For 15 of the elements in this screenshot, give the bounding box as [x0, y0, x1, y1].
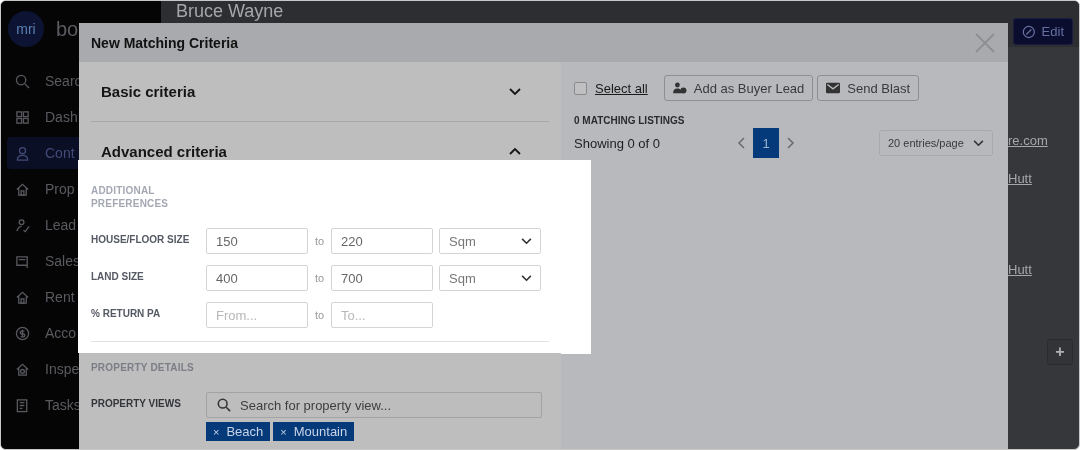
field-label: HOUSE/FLOOR SIZE — [91, 233, 191, 245]
contact-name: Bruce Wayne — [176, 1, 284, 21]
logo: mri — [8, 11, 44, 47]
field-label: LAND SIZE — [91, 270, 145, 282]
section-heading: PROPERTY DETAILS — [91, 361, 195, 374]
to-label: to — [313, 235, 326, 247]
to-label: to — [313, 309, 326, 321]
showing-text: Showing 0 of 0 — [574, 135, 661, 151]
field-label: % RETURN PA — [91, 307, 162, 319]
section-heading: ADDITIONAL PREFERENCES — [91, 184, 170, 210]
field-label: PROPERTY VIEWS — [91, 397, 182, 409]
to-label: to — [313, 272, 326, 284]
listing-count: 0 MATCHING LISTINGS — [574, 115, 686, 126]
modal-title: New Matching Criteria — [91, 34, 239, 51]
brand-name: bo — [56, 17, 79, 41]
